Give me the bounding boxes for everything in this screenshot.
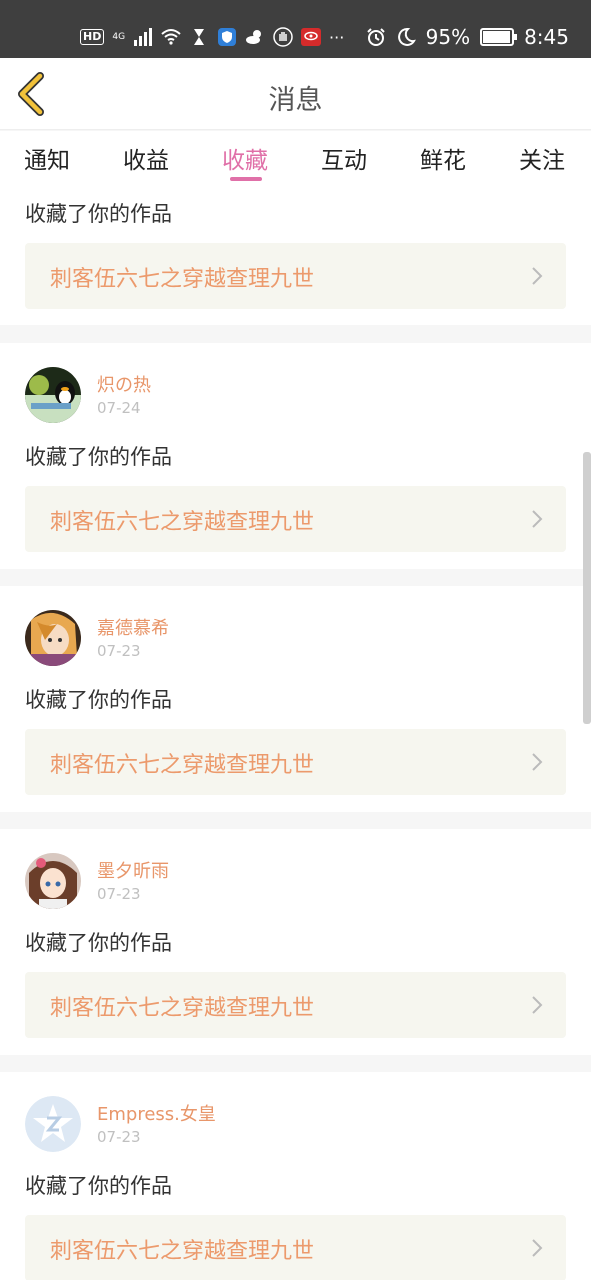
wifi-icon — [161, 29, 181, 45]
username[interactable]: 墨夕昕雨 — [97, 857, 169, 883]
work-link[interactable]: 刺客伍六七之穿越查理九世 — [25, 972, 566, 1038]
avatar-image — [25, 853, 81, 909]
list-item: 炽の热 07-24 收藏了你的作品 刺客伍六七之穿越查理九世 — [0, 343, 591, 569]
work-title: 刺客伍六七之穿越查理九世 — [50, 1239, 315, 1264]
avatar[interactable] — [25, 853, 81, 909]
app-header: 消息 — [0, 58, 591, 130]
date: 07-23 — [97, 642, 141, 660]
avatar-image — [25, 610, 81, 666]
action-text: 收藏了你的作品 — [25, 931, 172, 955]
hd-badge: HD — [80, 29, 105, 45]
list-item: 嘉德慕希 07-23 收藏了你的作品 刺客伍六七之穿越查理九世 — [0, 586, 591, 812]
message-list[interactable]: 收藏了你的作品 刺客伍六七之穿越查理九世 炽の热 07-24 收藏了你的作品 刺… — [0, 187, 591, 1280]
battery-icon — [480, 28, 518, 46]
work-link[interactable]: 刺客伍六七之穿越查理九世 — [25, 243, 566, 309]
date: 07-23 — [97, 885, 141, 903]
battery-percent: 95% — [425, 25, 471, 49]
network-badge: 4G — [112, 31, 126, 42]
list-item: 收藏了你的作品 刺客伍六七之穿越查理九世 — [0, 187, 591, 325]
chevron-right-icon — [532, 510, 543, 528]
tab-notifications[interactable]: 通知 — [24, 141, 70, 175]
clock: 8:45 — [524, 25, 569, 49]
active-tab-indicator — [230, 177, 262, 181]
date: 07-24 — [97, 399, 141, 417]
work-link[interactable]: 刺客伍六七之穿越查理九世 — [25, 1215, 566, 1280]
hand-icon — [273, 27, 293, 47]
user-row: 墨夕昕雨 07-23 — [25, 853, 565, 909]
alarm-icon — [366, 28, 385, 46]
avatar[interactable] — [25, 1096, 81, 1152]
action-text: 收藏了你的作品 — [25, 688, 172, 712]
action-text: 收藏了你的作品 — [25, 445, 172, 469]
work-link[interactable]: 刺客伍六七之穿越查理九世 — [25, 729, 566, 795]
tab-earnings[interactable]: 收益 — [123, 141, 169, 175]
status-bar: HD 4G ··· 95% 8:45 — [0, 0, 591, 58]
avatar[interactable] — [25, 610, 81, 666]
page-title: 消息 — [268, 85, 323, 116]
work-title: 刺客伍六七之穿越查理九世 — [50, 267, 315, 292]
work-title: 刺客伍六七之穿越查理九世 — [50, 753, 315, 778]
avatar[interactable] — [25, 367, 81, 423]
avatar-image — [25, 367, 81, 423]
moon-icon — [397, 27, 416, 46]
tab-bar: 通知 收益 收藏 互动 鲜花 关注 — [0, 131, 591, 187]
chevron-right-icon — [532, 996, 543, 1014]
hourglass-icon — [194, 29, 205, 45]
chevron-right-icon — [532, 267, 543, 285]
work-link[interactable]: 刺客伍六七之穿越查理九世 — [25, 486, 566, 552]
chevron-right-icon — [532, 753, 543, 771]
username[interactable]: Empress.女皇 — [97, 1100, 216, 1126]
username[interactable]: 炽の热 — [97, 371, 151, 397]
scrollbar[interactable] — [583, 452, 591, 724]
user-row: Empress.女皇 07-23 — [25, 1096, 565, 1152]
action-text: 收藏了你的作品 — [25, 1174, 172, 1198]
user-row: 炽の热 07-24 — [25, 367, 565, 423]
default-avatar-icon — [25, 1096, 81, 1152]
work-title: 刺客伍六七之穿越查理九世 — [50, 996, 315, 1021]
tab-flowers[interactable]: 鲜花 — [420, 141, 466, 175]
date: 07-23 — [97, 1128, 141, 1146]
shield-icon — [218, 28, 237, 46]
more-icon: ··· — [329, 27, 345, 47]
weather-icon — [246, 30, 262, 44]
user-row: 嘉德慕希 07-23 — [25, 610, 565, 666]
work-title: 刺客伍六七之穿越查理九世 — [50, 510, 315, 535]
status-left: HD 4G ··· — [80, 20, 344, 54]
chevron-right-icon — [532, 1239, 543, 1257]
tab-interactions[interactable]: 互动 — [321, 141, 367, 175]
tab-favorites[interactable]: 收藏 — [222, 141, 268, 175]
list-item: Empress.女皇 07-23 收藏了你的作品 刺客伍六七之穿越查理九世 — [0, 1072, 591, 1280]
tab-following[interactable]: 关注 — [519, 141, 565, 175]
app-icon — [301, 28, 322, 46]
action-text: 收藏了你的作品 — [25, 202, 172, 226]
username[interactable]: 嘉德慕希 — [97, 614, 169, 640]
list-item: 墨夕昕雨 07-23 收藏了你的作品 刺客伍六七之穿越查理九世 — [0, 829, 591, 1055]
status-right: 95% 8:45 — [366, 20, 569, 54]
signal-icon — [134, 28, 153, 46]
